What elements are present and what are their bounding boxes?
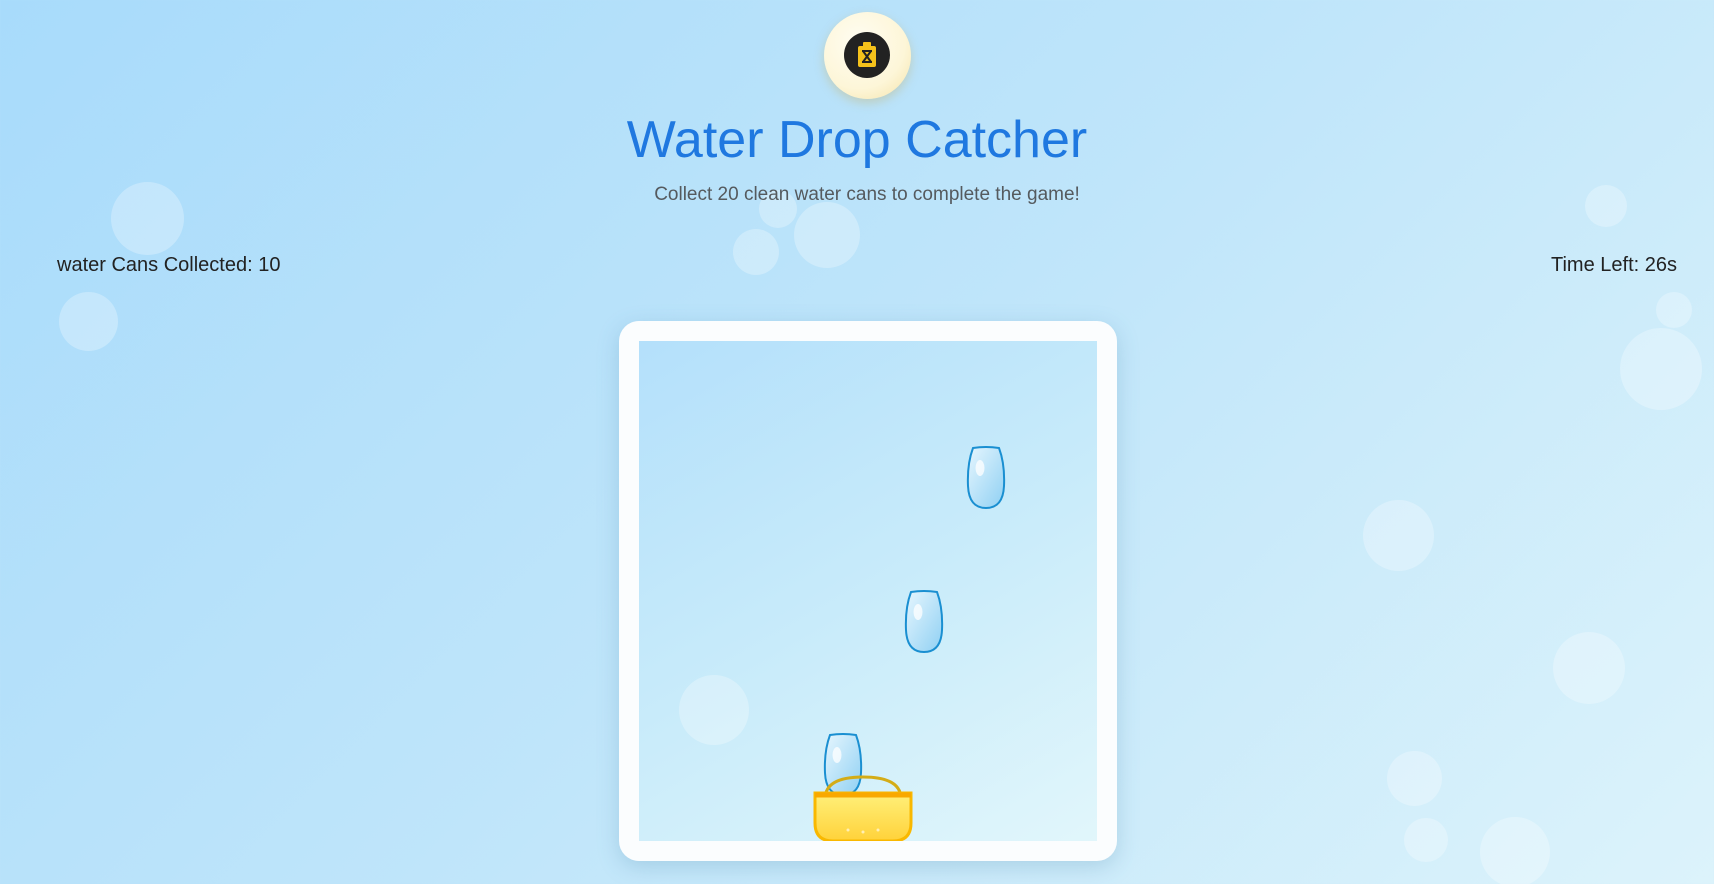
- page-title: Water Drop Catcher: [626, 111, 1088, 169]
- water-drop[interactable]: [965, 446, 1007, 510]
- background-bubble: [1553, 632, 1625, 704]
- cans-collected-counter: water Cans Collected: 10: [57, 254, 281, 276]
- background-bubble: [1656, 292, 1692, 328]
- game-area[interactable]: [639, 341, 1097, 841]
- background-bubble: [679, 675, 749, 745]
- background-bubble: [1620, 328, 1702, 410]
- basket-catcher[interactable]: [813, 773, 913, 841]
- water-can-icon: [844, 32, 890, 78]
- water-drop[interactable]: [903, 590, 945, 654]
- time-left-counter: Time Left: 26s: [1551, 254, 1677, 276]
- game-container: [619, 321, 1117, 861]
- background-bubble: [733, 229, 779, 275]
- background-bubble: [1363, 500, 1434, 571]
- background-bubble: [794, 202, 860, 268]
- background-bubble: [59, 292, 118, 351]
- background-bubble: [1480, 817, 1550, 884]
- background-bubble: [1404, 818, 1448, 862]
- background-bubble: [1387, 751, 1442, 806]
- logo-badge: [824, 12, 911, 99]
- game-instructions: Collect 20 clean water cans to complete …: [654, 184, 1080, 205]
